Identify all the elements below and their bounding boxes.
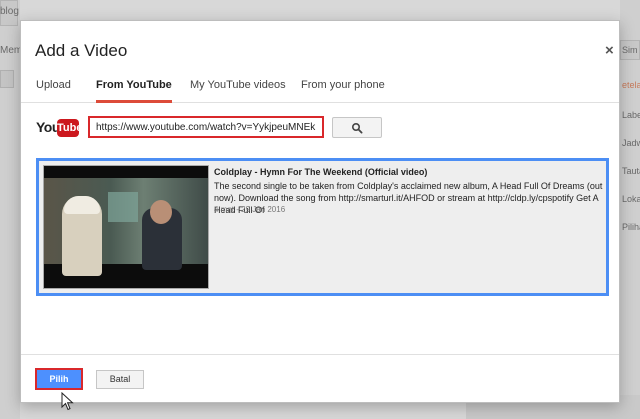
youtube-logo: You Tube	[36, 119, 82, 137]
background-label: etela	[622, 80, 640, 90]
background-label: Tauta	[622, 166, 640, 176]
background-label: Loka	[622, 194, 640, 204]
background-label: blog	[0, 6, 19, 17]
search-results: Coldplay - Hymn For The Weekend (Officia…	[36, 158, 609, 296]
thumbnail-figure-head	[150, 200, 172, 224]
background-right-panel: Sim etela Label Jadw Tauta Loka Piliha	[620, 0, 640, 419]
youtube-logo-tube: Tube	[57, 119, 82, 137]
youtube-url-input[interactable]	[88, 116, 324, 138]
mouse-pointer-icon	[61, 392, 74, 411]
video-meta: 4 mnt - 29 Jan 2016	[214, 205, 286, 214]
thumbnail-window	[108, 192, 138, 222]
video-result-item[interactable]: Coldplay - Hymn For The Weekend (Officia…	[41, 163, 604, 291]
tab-from-youtube[interactable]: From YouTube	[96, 79, 172, 103]
thumbnail-scene	[44, 178, 208, 276]
dialog-title: Add a Video	[35, 41, 128, 60]
background-label: Label	[622, 110, 640, 120]
add-video-dialog: Add a Video × Upload From YouTube My You…	[20, 20, 620, 403]
thumbnail-figure-cap	[64, 196, 100, 214]
video-title: Coldplay - Hymn For The Weekend (Officia…	[214, 167, 428, 177]
thumbnail-figure	[62, 196, 102, 276]
search-button[interactable]	[332, 117, 382, 138]
tab-my-youtube-videos[interactable]: My YouTube videos	[190, 79, 286, 103]
background-label: Jadw	[622, 138, 640, 148]
select-button[interactable]: Pilih	[35, 368, 83, 390]
tab-upload[interactable]: Upload	[36, 79, 71, 103]
video-thumbnail	[43, 165, 209, 289]
dialog-footer: Pilih Batal	[21, 354, 619, 402]
search-icon	[351, 122, 363, 134]
tab-from-your-phone[interactable]: From your phone	[301, 79, 385, 103]
background-box	[0, 70, 14, 88]
tab-bar: Upload From YouTube My YouTube videos Fr…	[21, 79, 619, 103]
background-left-panel: blog Memai	[0, 0, 30, 419]
thumbnail-figure	[142, 200, 182, 270]
background-label: Sim	[622, 45, 638, 55]
cancel-button[interactable]: Batal	[96, 370, 144, 389]
close-button[interactable]: ×	[605, 42, 614, 59]
background-label: Piliha	[622, 222, 640, 232]
